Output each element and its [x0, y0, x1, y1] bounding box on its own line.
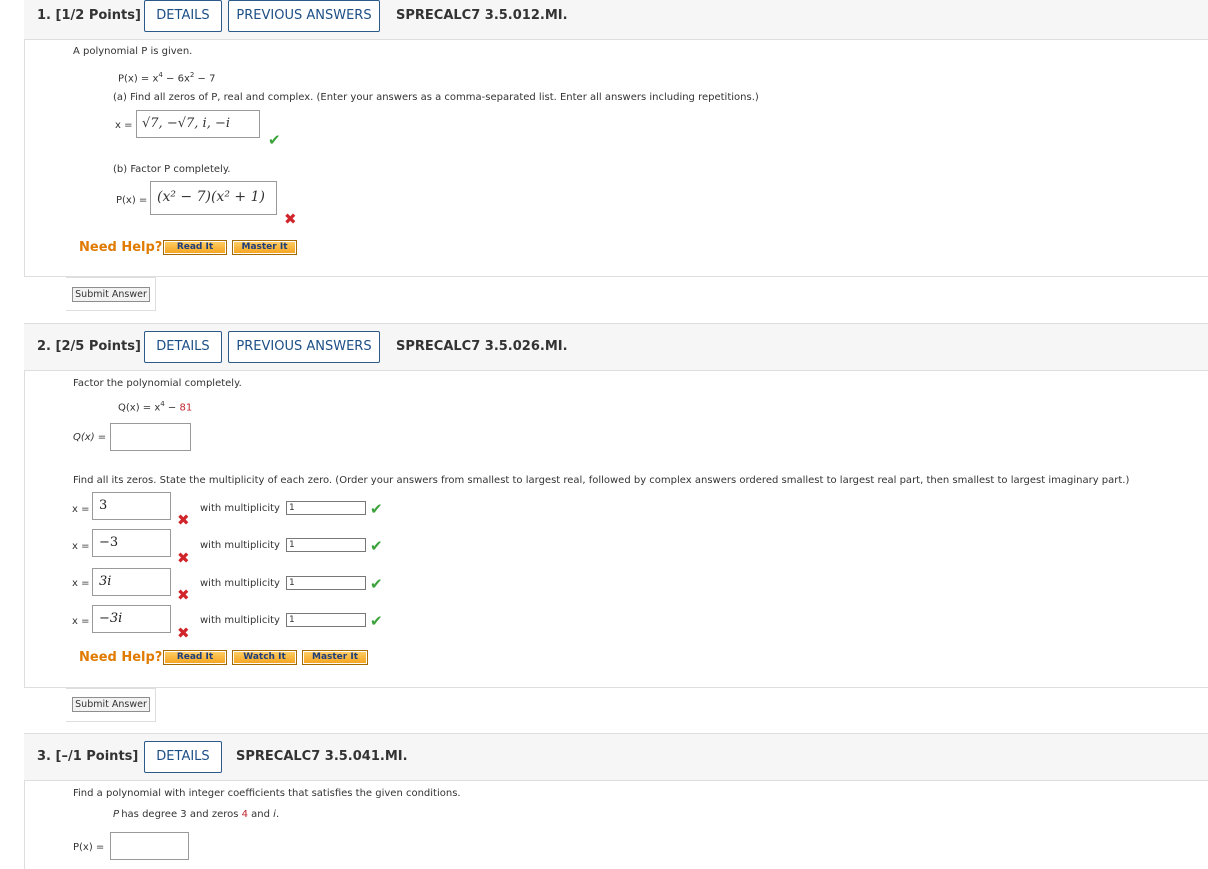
master-it-button[interactable]: Master It — [302, 650, 368, 665]
q1-part-b-prompt: (b) Factor P completely. — [113, 164, 231, 175]
with-multiplicity-label: with multiplicity — [200, 540, 280, 551]
question-1-code: SPRECALC7 3.5.012.MI. — [396, 8, 568, 23]
q2-x-label: x = — [72, 541, 90, 552]
q2-x-label: x = — [72, 504, 90, 515]
cross-icon: ✖ — [177, 586, 190, 604]
previous-answers-button[interactable]: PREVIOUS ANSWERS — [228, 331, 380, 363]
q2-zero-4-field[interactable]: −3i — [92, 605, 171, 633]
question-2-header: 2. [2/5 Points] DETAILS PREVIOUS ANSWERS… — [24, 323, 1208, 371]
q2-zero-1-field[interactable]: 3 — [92, 492, 171, 520]
q1-zeros-answer-field[interactable]: √7, −√7, i, −i — [136, 110, 260, 138]
with-multiplicity-label: with multiplicity — [200, 615, 280, 626]
q2-polynomial: Q(x) = x4 − 81 — [118, 400, 193, 414]
details-button[interactable]: DETAILS — [144, 0, 222, 32]
submit-answer-button[interactable]: Submit Answer — [72, 287, 150, 302]
q3-answer-field[interactable] — [110, 832, 189, 860]
q2-x-label: x = — [72, 616, 90, 627]
question-3-number: 3. [–/1 Points] — [37, 749, 139, 764]
q2-multiplicity-4-field[interactable]: 1 — [286, 613, 366, 627]
q1-px-label: P(x) = — [116, 195, 148, 206]
q2-factor-answer-field[interactable] — [110, 423, 191, 451]
q1-part-a-prompt: (a) Find all zeros of P, real and comple… — [113, 92, 759, 103]
q2-qx-label: Q(x) = — [73, 432, 107, 443]
read-it-button[interactable]: Read It — [163, 650, 227, 665]
need-help-label: Need Help? — [79, 650, 163, 665]
question-3-header: 3. [–/1 Points] DETAILS SPRECALC7 3.5.04… — [24, 733, 1208, 781]
q2-x-label: x = — [72, 578, 90, 589]
watch-it-button[interactable]: Watch It — [232, 650, 297, 665]
q1-x-label: x = — [115, 120, 133, 131]
cross-icon: ✖ — [284, 210, 297, 228]
previous-answers-button[interactable]: PREVIOUS ANSWERS — [228, 0, 380, 32]
with-multiplicity-label: with multiplicity — [200, 503, 280, 514]
q1-factor-answer-field[interactable]: (x² − 7)(x² + 1) — [150, 181, 277, 215]
check-icon: ✔ — [370, 612, 383, 630]
submit-answer-button[interactable]: Submit Answer — [72, 697, 150, 712]
q1-intro: A polynomial P is given. — [73, 46, 193, 57]
with-multiplicity-label: with multiplicity — [200, 578, 280, 589]
q2-zero-3-field[interactable]: 3i — [92, 568, 171, 596]
details-button[interactable]: DETAILS — [144, 741, 222, 773]
question-2-code: SPRECALC7 3.5.026.MI. — [396, 339, 568, 354]
master-it-button[interactable]: Master It — [232, 240, 297, 255]
question-3-code: SPRECALC7 3.5.041.MI. — [236, 749, 408, 764]
q2-intro: Factor the polynomial completely. — [73, 378, 242, 389]
question-2-body — [24, 371, 1208, 688]
q3-conditions: P has degree 3 and zeros 4 and i. — [113, 809, 280, 820]
q2-zero-2-field[interactable]: −3 — [92, 529, 171, 557]
question-2-number: 2. [2/5 Points] — [37, 339, 141, 354]
check-icon: ✔ — [370, 500, 383, 518]
q2-zeros-prompt: Find all its zeros. State the multiplici… — [73, 475, 1130, 486]
q2-multiplicity-2-field[interactable]: 1 — [286, 538, 366, 552]
cross-icon: ✖ — [177, 511, 190, 529]
q3-intro: Find a polynomial with integer coefficie… — [73, 788, 461, 799]
check-icon: ✔ — [370, 537, 383, 555]
cross-icon: ✖ — [177, 624, 190, 642]
q2-multiplicity-1-field[interactable]: 1 — [286, 501, 366, 515]
read-it-button[interactable]: Read It — [163, 240, 227, 255]
question-1-number: 1. [1/2 Points] — [37, 8, 141, 23]
question-1-header: 1. [1/2 Points] DETAILS PREVIOUS ANSWERS… — [24, 0, 1208, 40]
cross-icon: ✖ — [177, 549, 190, 567]
q2-multiplicity-3-field[interactable]: 1 — [286, 576, 366, 590]
q3-px-label: P(x) = — [73, 842, 105, 853]
check-icon: ✔ — [268, 131, 281, 149]
check-icon: ✔ — [370, 575, 383, 593]
details-button[interactable]: DETAILS — [144, 331, 222, 363]
q1-polynomial: P(x) = x4 − 6x2 − 7 — [118, 71, 216, 85]
need-help-label: Need Help? — [79, 240, 163, 255]
